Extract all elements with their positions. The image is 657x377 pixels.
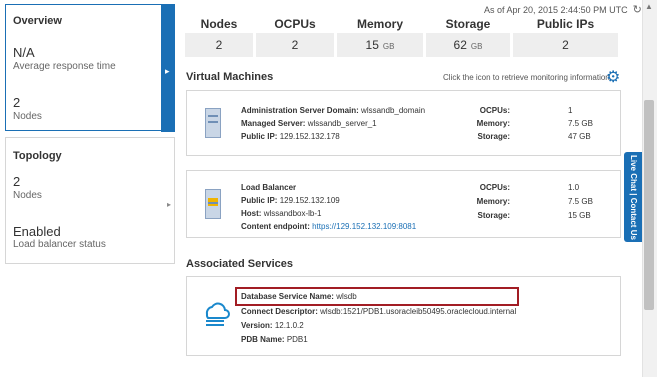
vm2-host-value: wlssandbox-lb-1: [263, 209, 322, 218]
stat-publicips-label: Public IPs: [536, 17, 595, 31]
vm-section-title: Virtual Machines: [186, 71, 274, 83]
db-version-value: 12.1.0.2: [274, 321, 304, 330]
refresh-icon[interactable]: ↻: [633, 3, 642, 16]
vm1-ip-row: Public IP: 129.152.132.178: [241, 132, 340, 141]
db-pdb-label: PDB Name:: [241, 335, 285, 344]
associated-section-title: Associated Services: [186, 258, 294, 270]
vm1-server-row: Managed Server: wlssandb_server_1: [241, 119, 377, 128]
db-version-label: Version:: [241, 321, 273, 330]
stat-nodes-number: 2: [215, 38, 223, 52]
vm2-memory-label: Memory:: [476, 197, 510, 206]
db-version-row: Version: 12.1.0.2: [241, 321, 304, 330]
vm2-ip-label: Public IP:: [241, 196, 278, 205]
db-descriptor-value: wlsdb:1521/PDB1.usoracleib50495.oraclecl…: [320, 307, 517, 316]
vm2-host-label: Host:: [241, 209, 262, 218]
scrollbar-thumb[interactable]: [644, 100, 654, 310]
stat-publicips-value: 2: [513, 33, 618, 57]
db-name-value: wlsdb: [336, 292, 357, 301]
topology-card[interactable]: Topology 2 Nodes Enabled Load balancer s…: [5, 137, 175, 264]
live-chat-tab[interactable]: Live Chat | Contact Us: [624, 152, 642, 242]
overview-nodes-label: Nodes: [13, 111, 42, 122]
lb-status-label: Load balancer status: [13, 239, 106, 250]
vm1-server-label: Managed Server:: [241, 119, 306, 128]
timestamp: As of Apr 20, 2015 2:44:50 PM UTC ↻: [484, 3, 642, 16]
db-descriptor-label: Connect Descriptor:: [241, 307, 318, 316]
db-pdb-value: PDB1: [286, 335, 308, 344]
vm2-ip-row: Public IP: 129.152.132.109: [241, 196, 340, 205]
vm1-ip-label: Public IP:: [241, 132, 278, 141]
vm1-server-value: wlssandb_server_1: [307, 119, 377, 128]
stat-ocpus-value: 2: [256, 33, 334, 57]
vm2-endpoint-row: Content endpoint: https://129.152.132.10…: [241, 222, 416, 231]
db-descriptor-row: Connect Descriptor: wlsdb:1521/PDB1.usor…: [241, 307, 516, 316]
stat-memory-label: Memory: [356, 17, 403, 31]
stat-memory-value: 15 GB: [337, 33, 423, 57]
content-endpoint-link[interactable]: https://129.152.132.109:8081: [312, 222, 416, 231]
vm1-domain-label: Administration Server Domain:: [241, 106, 359, 115]
load-balancer-icon: [205, 189, 221, 219]
topology-title: Topology: [13, 150, 62, 162]
stat-ocpus-number: 2: [291, 38, 299, 52]
overview-card[interactable]: Overview N/A Average response time 2 Nod…: [5, 4, 175, 132]
stat-storage-value: 62 GB: [426, 33, 510, 57]
vm2-storage-label: Storage:: [477, 211, 510, 220]
vm1-ip-value: 129.152.132.178: [279, 132, 340, 141]
vm2-memory-value: 7.5 GB: [568, 197, 593, 206]
stat-storage-number: 62: [453, 38, 467, 52]
stat-publicips-number: 2: [562, 38, 569, 52]
vm1-domain-value: wlssandb_domain: [361, 106, 426, 115]
stat-storage-label: Storage: [445, 17, 491, 31]
database-cloud-icon: [205, 302, 230, 326]
vm1-storage-label: Storage:: [477, 132, 510, 141]
stat-nodes-label: Nodes: [200, 17, 238, 31]
response-label: Average response time: [13, 61, 116, 72]
vm-panel-load-balancer: Load Balancer Public IP: 129.152.132.109…: [186, 170, 621, 238]
timestamp-text: As of Apr 20, 2015 2:44:50 PM UTC: [484, 5, 628, 15]
vm2-host-row: Host: wlssandbox-lb-1: [241, 209, 322, 218]
overview-title: Overview: [13, 15, 62, 27]
vm1-memory-value: 7.5 GB: [568, 119, 593, 128]
db-pdb-row: PDB Name: PDB1: [241, 335, 308, 344]
topology-nodes-value: 2: [13, 174, 21, 189]
stat-ocpus-label: OCPUs: [274, 17, 316, 31]
gear-icon[interactable]: ⚙: [606, 70, 620, 86]
lb-status-value: Enabled: [13, 224, 61, 239]
overview-selected-tab: ▸: [161, 4, 175, 132]
chevron-right-icon: ▸: [165, 66, 170, 76]
vm1-domain-row: Administration Server Domain: wlssandb_d…: [241, 106, 425, 115]
vm1-ocpus-label: OCPUs:: [479, 106, 510, 115]
stat-memory-unit: GB: [382, 42, 395, 51]
chevron-right-icon: ▸: [166, 200, 171, 209]
vm2-ocpus-label: OCPUs:: [479, 183, 510, 192]
server-icon: [205, 108, 221, 138]
db-name-row: Database Service Name: wlsdb: [241, 292, 357, 301]
stat-storage-unit: GB: [470, 42, 483, 51]
vm2-storage-value: 15 GB: [568, 211, 591, 220]
db-service-panel: Database Service Name: wlsdb Connect Des…: [186, 276, 621, 356]
vm2-endpoint-label: Content endpoint:: [241, 222, 310, 231]
stat-memory-number: 15: [365, 38, 379, 52]
topology-nodes-label: Nodes: [13, 190, 42, 201]
monitor-hint: Click the icon to retrieve monitoring in…: [443, 73, 610, 82]
vm1-storage-value: 47 GB: [568, 132, 591, 141]
vm-panel-admin: Administration Server Domain: wlssandb_d…: [186, 90, 621, 156]
overview-nodes-value: 2: [13, 95, 21, 110]
vm1-memory-label: Memory:: [476, 119, 510, 128]
stat-nodes-value: 2: [185, 33, 253, 57]
vm2-ocpus-value: 1.0: [568, 183, 580, 192]
vm2-title-text: Load Balancer: [241, 183, 297, 192]
vm2-ip-value: 129.152.132.109: [279, 196, 340, 205]
vm2-title: Load Balancer: [241, 183, 296, 192]
vm1-ocpus-value: 1: [568, 106, 573, 115]
scroll-up-icon[interactable]: ▲: [645, 2, 653, 11]
response-value: N/A: [13, 45, 35, 60]
db-name-label: Database Service Name:: [241, 292, 334, 301]
